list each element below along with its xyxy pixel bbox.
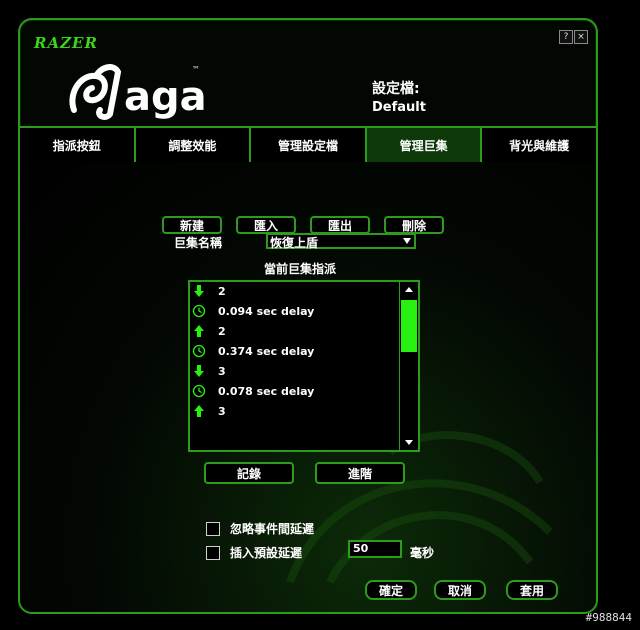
macro-name-value: 恢復上盾	[270, 236, 319, 250]
new-macro-button[interactable]: 新建	[162, 216, 222, 234]
list-item[interactable]: 0.094 sec delay	[190, 302, 402, 322]
chevron-down-icon	[403, 238, 411, 244]
clock-icon	[192, 304, 206, 318]
tab-macros[interactable]: 管理巨集	[366, 128, 483, 162]
tab-lighting[interactable]: 背光與維護	[482, 128, 596, 162]
watermark-id: #988844	[585, 611, 632, 624]
brand-logo-text: RAZER	[34, 34, 98, 52]
event-text: 0.094 sec delay	[218, 305, 315, 318]
delay-ms-input[interactable]: 50	[348, 540, 402, 558]
import-button[interactable]: 匯入	[236, 216, 296, 234]
naga-logo: aga ™	[69, 64, 206, 120]
scroll-down-icon[interactable]	[405, 440, 413, 445]
key-up-arrow-icon	[194, 405, 204, 417]
tab-bar: 指派按鈕 調整效能 管理設定檔 管理巨集 背光與維護	[20, 126, 596, 164]
insert-delay-label: 插入預設延遲	[230, 546, 303, 560]
profile-name: Default	[372, 100, 426, 115]
macro-panel: 新建 匯入 匯出 刪除 巨集名稱 恢復上盾 當前巨集指派 2 0.094 sec…	[20, 162, 596, 612]
svg-text:aga: aga	[124, 74, 206, 120]
tab-assign-buttons[interactable]: 指派按鈕	[20, 128, 136, 162]
delay-unit-label: 毫秒	[410, 546, 435, 560]
list-item[interactable]: 3	[190, 362, 402, 382]
macro-name-select[interactable]: 恢復上盾	[266, 233, 416, 250]
list-item[interactable]: 0.078 sec delay	[190, 382, 402, 402]
insert-delay-checkbox[interactable]	[206, 546, 220, 560]
scroll-thumb[interactable]	[401, 300, 417, 352]
list-item[interactable]: 3	[190, 402, 402, 422]
tab-profiles[interactable]: 管理設定檔	[251, 128, 367, 162]
event-text: 0.374 sec delay	[218, 345, 315, 358]
app-window: ? × RAZER aga ™ 設定檔: Default 指派按鈕 調整效能 管…	[18, 18, 598, 614]
cancel-button[interactable]: 取消	[434, 580, 486, 600]
list-item[interactable]: 2	[190, 282, 402, 302]
event-text: 2	[218, 325, 226, 338]
record-button[interactable]: 記錄	[204, 462, 294, 484]
macro-event-list[interactable]: 2 0.094 sec delay 2 0.374 sec delay 3 0.…	[188, 280, 420, 452]
scroll-up-icon[interactable]	[405, 287, 413, 292]
close-button[interactable]: ×	[574, 30, 588, 44]
macro-list-scrollbar[interactable]	[399, 282, 418, 450]
event-text: 0.078 sec delay	[218, 385, 315, 398]
key-up-arrow-icon	[194, 325, 204, 337]
help-button[interactable]: ?	[559, 30, 573, 44]
advanced-button[interactable]: 進階	[315, 462, 405, 484]
event-text: 3	[218, 365, 226, 378]
apply-button[interactable]: 套用	[506, 580, 558, 600]
profile-label: 設定檔:	[372, 81, 420, 97]
list-item[interactable]: 0.374 sec delay	[190, 342, 402, 362]
ignore-delay-label: 忽略事件間延遲	[230, 522, 315, 536]
key-down-arrow-icon	[194, 285, 204, 297]
ignore-delay-checkbox[interactable]	[206, 522, 220, 536]
macro-list-title: 當前巨集指派	[264, 262, 337, 276]
export-button[interactable]: 匯出	[310, 216, 370, 234]
delete-button[interactable]: 刪除	[384, 216, 444, 234]
svg-text:™: ™	[192, 65, 200, 74]
ok-button[interactable]: 確定	[365, 580, 417, 600]
key-down-arrow-icon	[194, 365, 204, 377]
event-text: 2	[218, 285, 226, 298]
list-item[interactable]: 2	[190, 322, 402, 342]
clock-icon	[192, 344, 206, 358]
tab-performance[interactable]: 調整效能	[136, 128, 252, 162]
macro-name-label: 巨集名稱	[174, 236, 223, 250]
event-text: 3	[218, 405, 226, 418]
clock-icon	[192, 384, 206, 398]
